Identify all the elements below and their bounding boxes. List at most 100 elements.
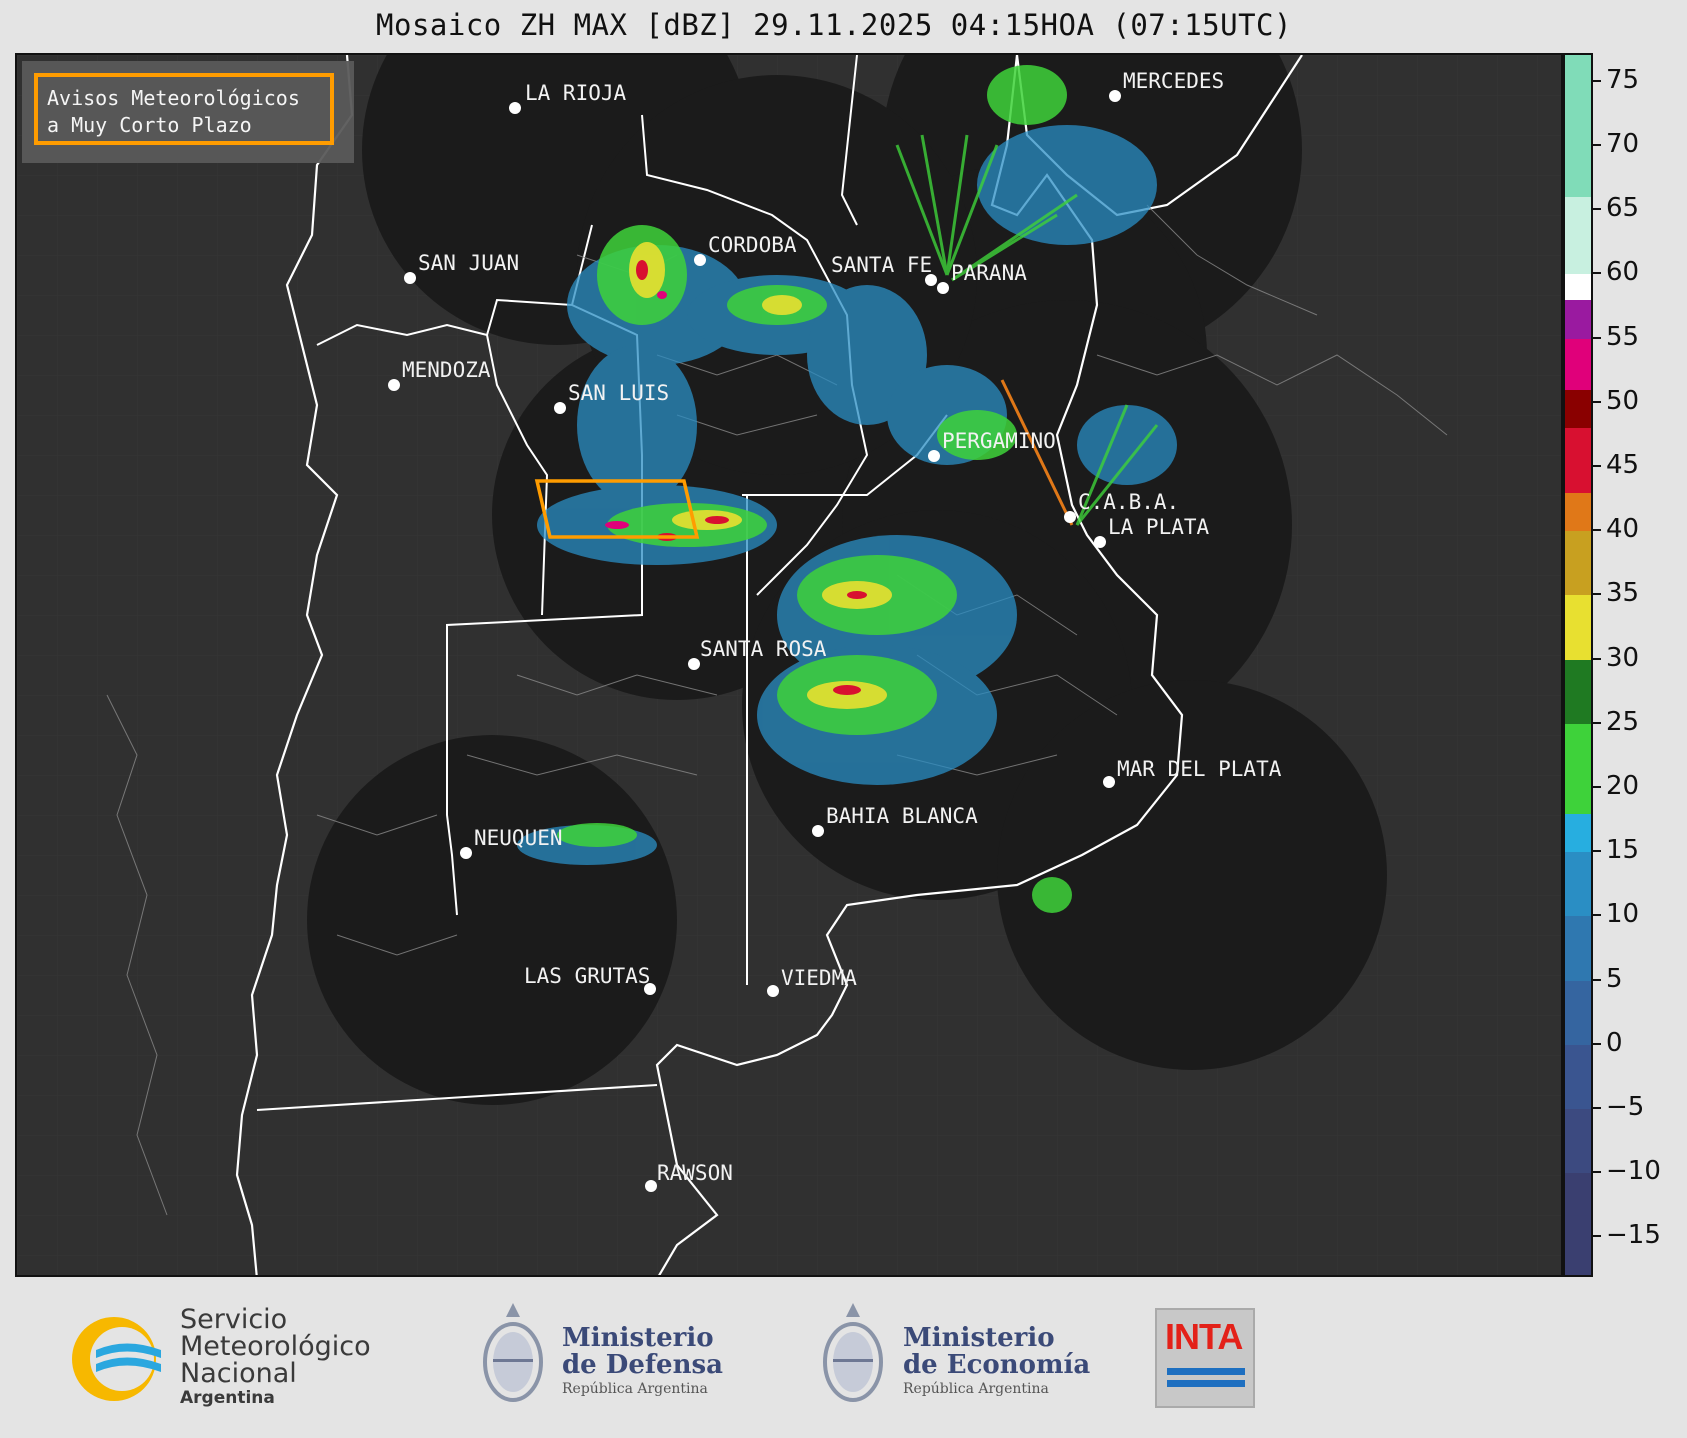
city-marker <box>937 282 949 294</box>
colorbar-tick <box>1593 1042 1601 1045</box>
colorbar-band <box>1565 299 1591 339</box>
city-label: VIEDMA <box>781 966 857 990</box>
colorbar-tick <box>1593 721 1601 724</box>
colorbar-tick <box>1593 208 1601 211</box>
city-marker <box>694 254 706 266</box>
colorbar-band <box>1565 851 1591 917</box>
legend-line-2: a Muy Corto Plazo <box>47 113 252 137</box>
colorbar-tick-label: 40 <box>1606 514 1640 545</box>
colorbar-tick <box>1593 400 1601 403</box>
colorbar-tick <box>1593 1235 1601 1238</box>
city-label: MERCEDES <box>1123 69 1224 93</box>
city-marker <box>812 825 824 837</box>
city-label: SAN JUAN <box>418 251 519 275</box>
colorbar-tick-label: 60 <box>1606 257 1640 288</box>
colorbar-tick <box>1593 464 1601 467</box>
colorbar-band <box>1565 658 1591 724</box>
city-label: SANTA ROSA <box>700 637 827 661</box>
colorbar-tick-label: 35 <box>1606 578 1640 609</box>
defensa-line-1: Ministerio <box>562 1323 714 1353</box>
colorbar-band <box>1565 915 1591 981</box>
colorbar-tick <box>1593 593 1601 596</box>
defensa-line-2: de Defensa <box>562 1350 723 1380</box>
smn-line-3: Nacional <box>180 1358 297 1389</box>
colorbar-tick-label: 30 <box>1606 642 1640 673</box>
colorbar-tick <box>1593 1107 1601 1110</box>
city-marker <box>928 450 940 462</box>
legend-line-1: Avisos Meteorológicos <box>47 86 300 110</box>
colorbar-band <box>1565 55 1591 198</box>
footer-logos: Servicio Meteorológico Nacional Argentin… <box>0 1277 1687 1438</box>
colorbar-tick <box>1593 786 1601 788</box>
city-label: LA PLATA <box>1108 515 1210 539</box>
colorbar-band <box>1565 273 1591 300</box>
colorbar-band <box>1565 812 1591 853</box>
city-marker <box>1064 511 1076 523</box>
colorbar-tick-label: 65 <box>1606 193 1640 224</box>
colorbar-tick-label: 50 <box>1606 385 1640 416</box>
colorbar-band <box>1565 530 1591 596</box>
economia-name: Ministerio de Economía República Argenti… <box>903 1325 1090 1399</box>
city-label: SANTA FE <box>831 253 932 277</box>
inta-stripe <box>1167 1380 1245 1387</box>
colorbar-band <box>1565 722 1591 814</box>
warnings-legend: Avisos Meteorológicos a Muy Corto Plazo <box>34 73 334 145</box>
colorbar-tick-label: 5 <box>1606 963 1623 994</box>
defensa-country: República Argentina <box>562 1381 708 1397</box>
city-label: CORDOBA <box>708 233 797 257</box>
economia-line-2: de Economía <box>903 1350 1091 1380</box>
city-label: SAN LUIS <box>568 381 669 405</box>
colorbar-tick <box>1593 143 1601 146</box>
smn-name: Servicio Meteorológico Nacional Argentin… <box>180 1306 371 1409</box>
inta-logo: INTA <box>1155 1308 1255 1408</box>
colorbar-tick <box>1593 657 1601 660</box>
smn-emblem-icon <box>72 1317 161 1401</box>
colorbar-tick-label: 20 <box>1606 771 1640 801</box>
city-label: BAHIA BLANCA <box>826 804 978 828</box>
city-marker <box>554 402 566 414</box>
defensa-seal <box>478 1297 548 1412</box>
colorbar-tick-label: 0 <box>1606 1027 1623 1058</box>
national-seal-icon <box>483 1303 543 1402</box>
colorbar-tick <box>1593 914 1601 917</box>
colorbar-band <box>1565 491 1591 532</box>
colorbar-band <box>1565 1172 1591 1275</box>
economia-line-1: Ministerio <box>903 1323 1055 1353</box>
city-label: MAR DEL PLATA <box>1117 757 1282 781</box>
colorbar-tick <box>1593 529 1601 532</box>
smn-country: Argentina <box>180 1388 275 1408</box>
city-label: PERGAMINO <box>942 429 1056 453</box>
colorbar-tick-label: 10 <box>1606 899 1640 930</box>
colorbar-tick <box>1593 850 1601 853</box>
map-title: Mosaico ZH MAX [dBZ] 29.11.2025 04:15HOA… <box>376 8 1292 42</box>
colorbar-tick-label: 45 <box>1606 449 1640 480</box>
colorbar-tick-label: 70 <box>1606 128 1640 159</box>
city-marker <box>404 272 416 284</box>
colorbar-tick-label: −10 <box>1606 1156 1661 1187</box>
colorbar-tick-label: 55 <box>1606 321 1640 352</box>
economia-country: República Argentina <box>903 1381 1049 1397</box>
national-seal-icon <box>823 1303 883 1402</box>
city-label: LAS GRUTAS <box>524 964 650 988</box>
economia-seal <box>818 1297 888 1412</box>
city-label: RAWSON <box>657 1161 733 1185</box>
colorbar-tick-label: −15 <box>1606 1220 1661 1251</box>
colorbar-band <box>1565 196 1591 275</box>
colorbar-band <box>1565 979 1591 1045</box>
city-marker <box>509 102 521 114</box>
colorbar-band <box>1565 337 1591 390</box>
city-marker <box>645 1180 657 1192</box>
colorbar-tick-label: 25 <box>1606 706 1640 737</box>
radar-map-canvas: LA RIOJA MERCEDES CORDOBA SAN JUAN SANTA FE P… <box>17 55 1561 1275</box>
city-label: MENDOZA <box>402 358 491 382</box>
inta-label: INTA <box>1165 1316 1243 1357</box>
smn-logo <box>66 1312 176 1407</box>
colorbar-tick <box>1593 272 1601 275</box>
smn-line-2: Meteorológico <box>180 1331 371 1362</box>
colorbar-tick-label: −5 <box>1606 1092 1645 1123</box>
colorbar-band <box>1565 1108 1591 1174</box>
defensa-name: Ministerio de Defensa República Argentin… <box>562 1325 723 1399</box>
city-marker <box>767 985 779 997</box>
radar-map[interactable]: LA RIOJA MERCEDES CORDOBA SAN JUAN SANTA FE P… <box>15 53 1563 1277</box>
city-label: PARANA <box>951 261 1027 285</box>
